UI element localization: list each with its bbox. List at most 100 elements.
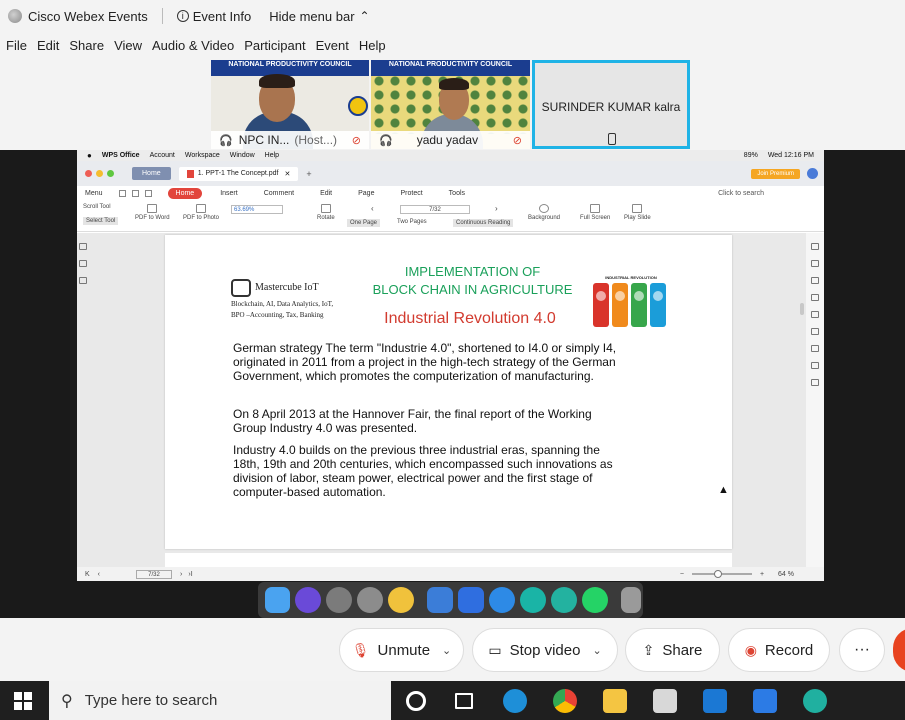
menu-edit[interactable]: Edit xyxy=(37,38,59,53)
photos-icon[interactable] xyxy=(388,587,415,613)
stop-video-button[interactable]: ▭ Stop video ⌄ xyxy=(472,628,618,672)
wps-home-tab[interactable]: Home xyxy=(132,167,171,180)
hide-menu-bar-button[interactable]: Hide menu bar ⌃ xyxy=(269,9,369,24)
page-field[interactable]: 7/32 xyxy=(400,205,470,214)
next-page-icon[interactable]: › xyxy=(495,204,498,213)
outline-icon[interactable] xyxy=(79,243,87,250)
play-slide-button[interactable]: Play Slide xyxy=(624,204,651,221)
chevron-down-icon[interactable]: ⌄ xyxy=(592,644,601,657)
text-icon[interactable] xyxy=(811,277,819,284)
launchpad-icon[interactable] xyxy=(326,587,353,613)
file-explorer-icon[interactable] xyxy=(603,689,627,713)
webex-meetings-icon[interactable] xyxy=(550,587,577,613)
wps-menu-insert[interactable]: Insert xyxy=(220,190,238,197)
scrollbar[interactable] xyxy=(800,303,804,315)
menu-view[interactable]: View xyxy=(114,38,142,53)
chevron-down-icon[interactable]: ⌄ xyxy=(442,644,451,657)
cortana-icon[interactable] xyxy=(406,691,426,711)
wps-menu-edit[interactable]: Edit xyxy=(320,190,332,197)
zoom-out-icon[interactable]: − xyxy=(680,571,684,578)
trash-icon[interactable] xyxy=(620,587,641,613)
last-page-icon[interactable]: ›I xyxy=(188,571,192,578)
join-premium-button[interactable]: Join Premium xyxy=(751,169,800,179)
continuous-reading-button[interactable]: Continuous Reading xyxy=(453,219,514,227)
close-tab-icon[interactable]: ✕ xyxy=(285,170,291,178)
menu-help[interactable]: Help xyxy=(359,38,386,53)
convert-icon[interactable] xyxy=(811,328,819,335)
edge-icon[interactable] xyxy=(503,689,527,713)
edit-icon[interactable] xyxy=(811,311,819,318)
wps-search[interactable]: Click to search xyxy=(718,190,764,197)
zoom-field[interactable]: 63.69% xyxy=(231,205,283,214)
print-icon[interactable] xyxy=(811,260,819,267)
collapse-icon[interactable] xyxy=(811,243,819,250)
mail-icon[interactable] xyxy=(703,689,727,713)
print-icon[interactable] xyxy=(144,189,152,197)
image-icon[interactable] xyxy=(811,294,819,301)
participant-tile-npc[interactable]: NATIONAL PRODUCTIVITY COUNCIL 🎧 NPC IN..… xyxy=(211,60,369,149)
pdf-to-photo-button[interactable]: PDF to Photo xyxy=(183,204,219,221)
sign-icon[interactable] xyxy=(811,362,819,369)
rotate-button[interactable]: Rotate xyxy=(317,204,335,221)
first-page-icon[interactable]: K xyxy=(85,571,90,578)
settings-icon[interactable] xyxy=(811,379,819,386)
zoom-slider[interactable] xyxy=(691,570,752,578)
wps-taskbar-icon[interactable] xyxy=(753,689,777,713)
wps-icon[interactable] xyxy=(458,587,484,613)
open-icon[interactable] xyxy=(118,189,126,197)
more-options-button[interactable]: ··· xyxy=(839,628,885,672)
menu-audio-video[interactable]: Audio & Video xyxy=(152,38,234,53)
menu-share[interactable]: Share xyxy=(69,38,104,53)
next-page-icon[interactable]: › xyxy=(180,571,182,578)
document-viewport[interactable]: Mastercube IoT Blockchain, AI, Data Anal… xyxy=(77,233,824,573)
prev-page-icon[interactable]: ‹ xyxy=(98,571,100,578)
wps-menu-protect[interactable]: Protect xyxy=(400,190,422,197)
task-view-icon[interactable] xyxy=(455,693,473,709)
prev-page-icon[interactable]: ‹ xyxy=(371,204,374,213)
wps-menu-button[interactable]: Menu xyxy=(85,190,103,197)
new-tab-icon[interactable]: + xyxy=(306,169,311,179)
pdf-to-word-button[interactable]: PDF to Word xyxy=(135,204,170,221)
participant-tile-surinder[interactable]: SURINDER KUMAR kalra xyxy=(532,60,690,149)
chrome-icon[interactable] xyxy=(553,689,577,713)
menu-event[interactable]: Event xyxy=(316,38,349,53)
full-screen-button[interactable]: Full Screen xyxy=(580,204,610,221)
end-call-button[interactable] xyxy=(893,628,905,672)
finder-icon[interactable] xyxy=(264,587,291,613)
scroll-tool-button[interactable]: Scroll Tool xyxy=(83,204,111,210)
webex-taskbar-icon[interactable] xyxy=(803,689,827,713)
webex-icon[interactable] xyxy=(519,587,546,613)
event-info-button[interactable]: i Event Info xyxy=(176,9,251,24)
wps-menu-page[interactable]: Page xyxy=(358,190,374,197)
zoom-in-icon[interactable]: + xyxy=(760,571,764,578)
minimize-dot-icon[interactable] xyxy=(96,170,103,177)
zoom-dot-icon[interactable] xyxy=(107,170,114,177)
status-page-field[interactable]: 7/32 xyxy=(136,569,173,579)
wps-menu-comment[interactable]: Comment xyxy=(264,190,294,197)
siri-icon[interactable] xyxy=(295,587,322,613)
participant-tile-yadu[interactable]: NATIONAL PRODUCTIVITY COUNCIL 🎧 yadu yad… xyxy=(371,60,530,149)
taskbar-search-input[interactable]: ⚲ Type here to search xyxy=(49,681,391,720)
save-icon[interactable] xyxy=(131,189,139,197)
windows-start-icon[interactable] xyxy=(14,692,32,710)
menu-file[interactable]: File xyxy=(6,38,27,53)
share-button[interactable]: ⇪ Share xyxy=(625,628,720,672)
wps-menu-tools[interactable]: Tools xyxy=(449,190,465,197)
store-icon[interactable] xyxy=(653,689,677,713)
one-page-button[interactable]: One Page xyxy=(347,219,381,227)
safari-icon[interactable] xyxy=(488,587,515,613)
avatar[interactable] xyxy=(807,168,818,179)
system-preferences-icon[interactable] xyxy=(357,587,384,613)
close-dot-icon[interactable] xyxy=(85,170,92,177)
thumbnail-icon[interactable] xyxy=(79,260,87,267)
two-pages-button[interactable]: Two Pages xyxy=(397,219,427,225)
unmute-button[interactable]: 🎙 Unmute ⌄ xyxy=(339,628,464,672)
wps-doc-tab[interactable]: 1. PPT-1 The Concept.pdf ✕ xyxy=(178,166,299,181)
compress-icon[interactable] xyxy=(811,345,819,352)
whatsapp-icon[interactable] xyxy=(581,587,608,613)
bookmark-icon[interactable] xyxy=(79,277,87,284)
preview-icon[interactable] xyxy=(427,587,453,613)
wps-home-button[interactable]: Home xyxy=(167,187,203,199)
record-button[interactable]: ◉ Record xyxy=(728,628,830,672)
background-button[interactable]: Background xyxy=(528,204,560,221)
